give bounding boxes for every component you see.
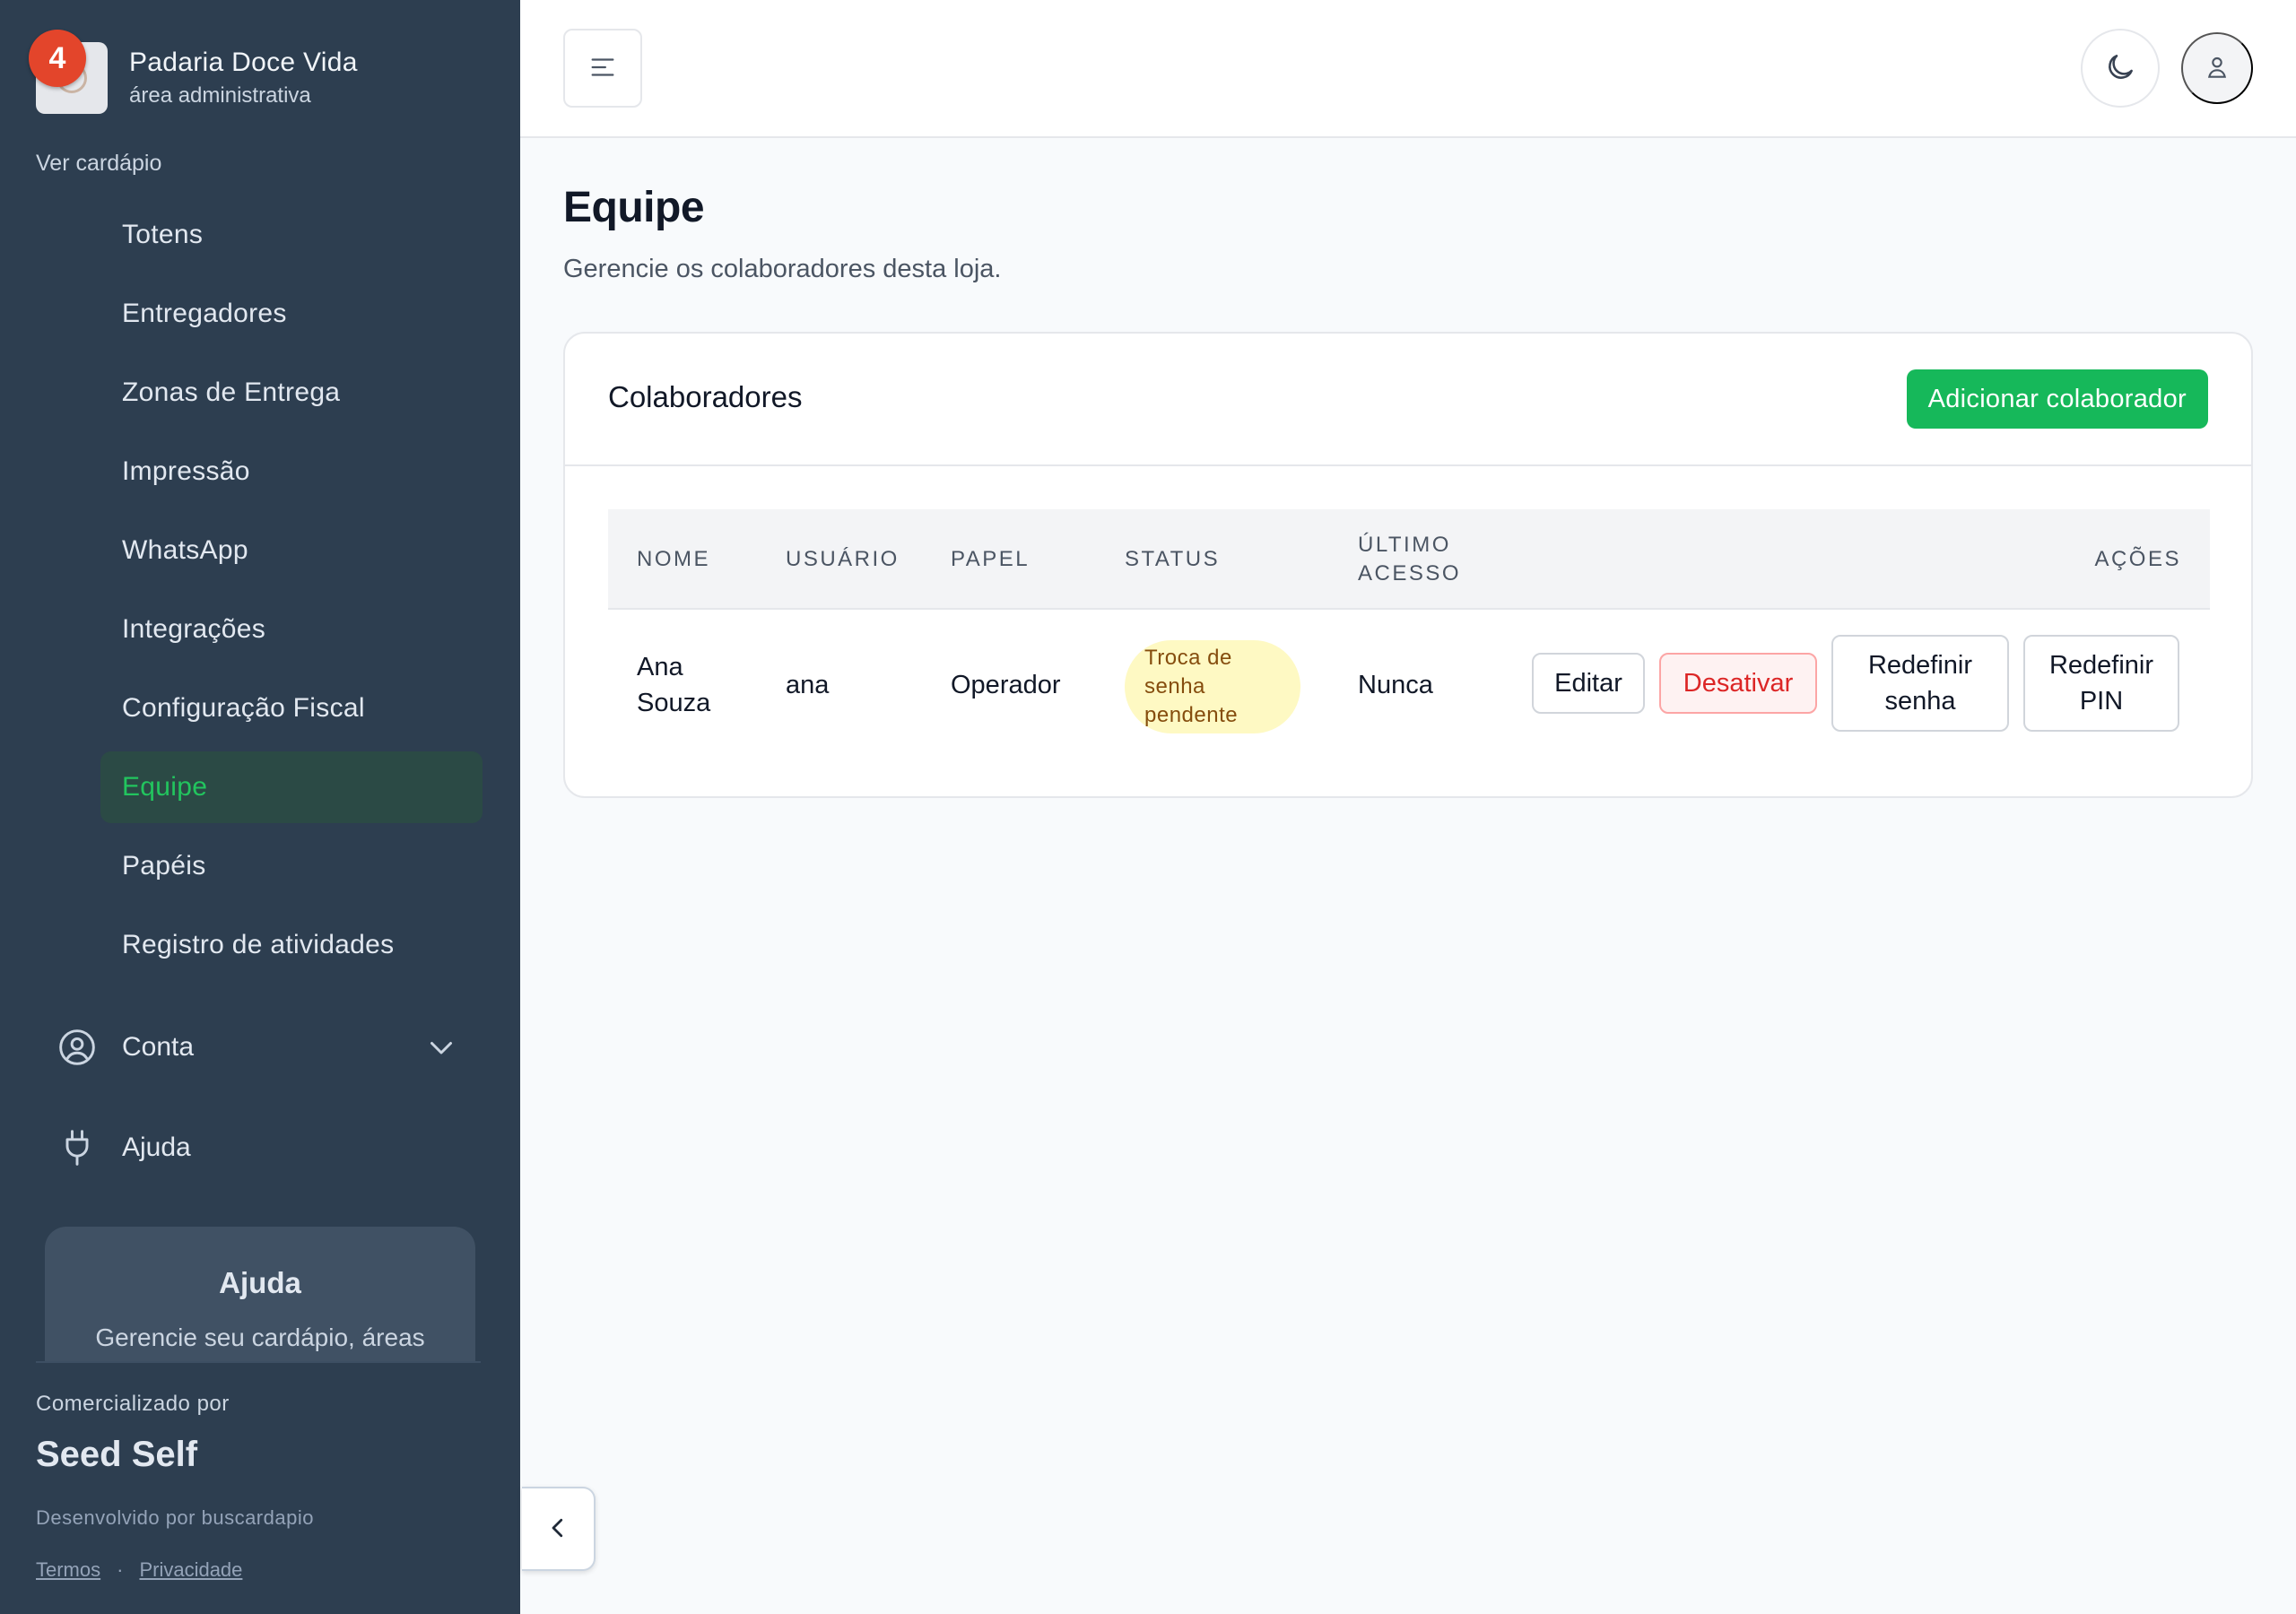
powered-by-brand: Seed Self	[36, 1435, 198, 1474]
add-collaborator-button[interactable]: Adicionar colaborador	[1906, 369, 2208, 429]
brand[interactable]: 4 Padaria Doce Vida área administrativa	[29, 30, 358, 115]
column-header-ultimo-acesso-line1: ÚLTIMO	[1358, 533, 1451, 557]
collapse-sidebar-button[interactable]	[522, 1487, 596, 1571]
sidebar-item-registro-de-atividades[interactable]: Registro de atividades	[100, 909, 483, 981]
column-header-papel: PAPEL	[951, 547, 1031, 571]
user-menu-button[interactable]	[2181, 32, 2253, 104]
status-badge-line2: senha	[1144, 674, 1205, 699]
user-icon	[2203, 53, 2231, 84]
page-subtitle: Gerencie os colaboradores desta loja.	[563, 255, 1002, 283]
column-header-ultimo-acesso-line2: ACESSO	[1358, 561, 1462, 586]
menu-toggle-button[interactable]	[563, 29, 642, 108]
status-badge: Troca de senha pendente	[1125, 640, 1300, 733]
sidebar-item-whatsapp[interactable]: WhatsApp	[100, 515, 483, 586]
column-header-acoes: AÇÕES	[2094, 547, 2181, 571]
sidebar-group-conta-label: Conta	[122, 1032, 195, 1062]
cell-last-access: Nunca	[1358, 671, 1433, 699]
legal-separator: ·	[117, 1558, 124, 1581]
sidebar-item-papeis[interactable]: Papéis	[100, 830, 483, 902]
reset-pin-button[interactable]: Redefinir PIN	[2023, 635, 2179, 732]
sidebar-nav: Totens Entregadores Zonas de Entrega Imp…	[100, 199, 483, 988]
sidebar-group-conta[interactable]: Conta	[57, 1011, 466, 1083]
sidebar-item-equipe[interactable]: Equipe	[100, 751, 483, 823]
moon-icon	[2103, 50, 2137, 87]
theme-toggle-button[interactable]	[2081, 29, 2160, 108]
brand-subtitle: área administrativa	[129, 83, 311, 108]
brand-text: Padaria Doce Vida área administrativa	[129, 48, 358, 108]
terms-link[interactable]: Termos	[36, 1558, 100, 1582]
developed-by-label: Desenvolvido por buscardapio	[36, 1506, 314, 1529]
reset-pin-line1: Redefinir	[2048, 651, 2154, 680]
column-header-ultimo-acesso: ÚLTIMO ACESSO	[1358, 531, 1461, 588]
deactivate-button[interactable]: Desativar	[1659, 653, 1817, 714]
edit-button[interactable]: Editar	[1532, 653, 1645, 714]
sidebar-item-integracoes[interactable]: Integrações	[100, 594, 483, 665]
reset-password-line1: Redefinir	[1867, 651, 1973, 680]
sidebar-item-configuracao-fiscal[interactable]: Configuração Fiscal	[100, 672, 483, 744]
chevron-left-icon	[544, 1514, 571, 1544]
sidebar-item-ajuda[interactable]: Ajuda	[57, 1112, 466, 1184]
cell-role: Operador	[951, 671, 1061, 699]
card-header: Colaboradores Adicionar colaborador	[565, 334, 2251, 466]
view-menu-link[interactable]: Ver cardápio	[36, 151, 161, 177]
hamburger-icon	[587, 52, 618, 85]
sidebar-item-impressao[interactable]: Impressão	[100, 436, 483, 508]
card-title: Colaboradores	[608, 380, 803, 413]
column-header-nome: NOME	[637, 547, 710, 571]
user-circle-icon	[57, 1028, 97, 1067]
privacy-link[interactable]: Privacidade	[139, 1558, 242, 1582]
sidebar-item-totens[interactable]: Totens	[100, 199, 483, 271]
collaborators-card: Colaboradores Adicionar colaborador NOME…	[563, 332, 2253, 798]
legal-links: Termos · Privacidade	[36, 1558, 242, 1582]
reset-pin-line2: PIN	[2079, 687, 2124, 716]
column-header-usuario: USUÁRIO	[786, 547, 900, 571]
sidebar-item-zonas-de-entrega[interactable]: Zonas de Entrega	[100, 357, 483, 429]
sidebar-item-entregadores[interactable]: Entregadores	[100, 278, 483, 350]
cell-user: ana	[786, 671, 830, 699]
brand-logo: 4	[29, 30, 108, 114]
reset-password-line2: senha	[1884, 687, 1956, 716]
help-card: Ajuda Gerencie seu cardápio, áreas	[45, 1227, 475, 1363]
column-header-status: STATUS	[1125, 547, 1221, 571]
powered-by-label: Comercializado por	[36, 1392, 230, 1416]
cell-name-line2: Souza	[637, 689, 711, 717]
topbar	[520, 0, 2296, 138]
cell-name: Ana Souza	[637, 649, 710, 721]
reset-password-button[interactable]: Redefinir senha	[1831, 635, 2009, 732]
cell-name-line1: Ana	[637, 653, 683, 681]
brand-name: Padaria Doce Vida	[129, 48, 358, 77]
help-card-title: Ajuda	[219, 1266, 301, 1299]
sidebar-item-ajuda-label: Ajuda	[122, 1132, 191, 1162]
status-badge-line3: pendente	[1144, 703, 1239, 727]
sidebar: 4 Padaria Doce Vida área administrativa …	[0, 0, 520, 1614]
sidebar-divider	[36, 1361, 481, 1363]
page-title: Equipe	[563, 184, 705, 231]
status-badge-line1: Troca de	[1144, 646, 1232, 670]
plug-icon	[57, 1128, 97, 1167]
chevron-down-icon[interactable]	[425, 1031, 457, 1071]
help-card-description: Gerencie seu cardápio, áreas	[95, 1323, 425, 1351]
notification-badge[interactable]: 4	[29, 30, 86, 87]
